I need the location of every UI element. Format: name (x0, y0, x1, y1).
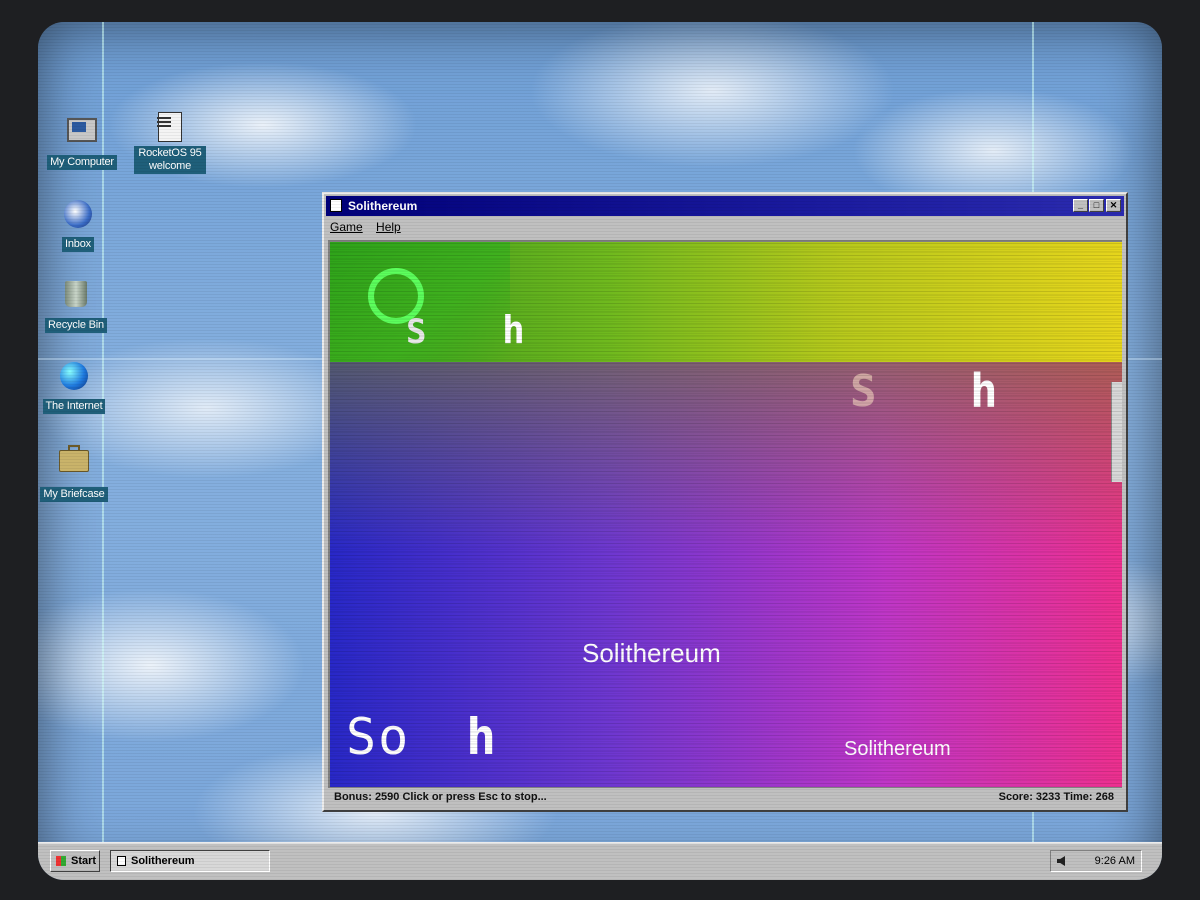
corner-title-text: Solithereum (844, 738, 951, 760)
computer-icon (66, 118, 98, 150)
desktop-icon-label: RocketOS 95 welcome (134, 146, 206, 174)
desktop-icon-label: My Briefcase (40, 487, 108, 502)
title-fragment: S (406, 312, 429, 352)
title-fragment: h (502, 308, 527, 352)
desktop-icon-my-briefcase[interactable]: My Briefcase (38, 442, 114, 502)
system-tray: 9:26 AM (1050, 850, 1142, 872)
title-fragment: S (850, 366, 879, 417)
clock: 9:26 AM (1094, 855, 1135, 867)
title-fragment: h (466, 708, 499, 766)
recycle-bin-icon (60, 281, 92, 313)
desktop-icon-the-internet[interactable]: The Internet (38, 360, 114, 414)
title-fragment: h (970, 364, 1000, 418)
inbox-icon (62, 200, 94, 232)
globe-icon (58, 362, 90, 394)
speaker-icon[interactable] (1057, 856, 1065, 866)
desktop-icon-label: Recycle Bin (45, 318, 107, 333)
taskbar-item-solithereum[interactable]: Solithereum (110, 850, 270, 872)
desktop-icon-welcome[interactable]: RocketOS 95 welcome (130, 110, 210, 174)
title-bar[interactable]: Solithereum _ □ ✕ (326, 196, 1124, 216)
desktop: My Computer RocketOS 95 welcome Inbox Re… (38, 22, 1162, 880)
desktop-icon-inbox[interactable]: Inbox (38, 198, 118, 252)
desktop-icon-my-computer[interactable]: My Computer (42, 114, 122, 170)
minimize-button[interactable]: _ (1073, 199, 1088, 212)
playfield-shade (330, 362, 1122, 552)
menu-game[interactable]: Game (330, 220, 363, 234)
taskbar: Start Solithereum 9:26 AM (38, 842, 1162, 880)
solithereum-window[interactable]: Solithereum _ □ ✕ Game Help S h S h So h… (322, 192, 1128, 812)
desktop-icon-label: The Internet (42, 399, 106, 414)
status-bar: Bonus: 2590 Click or press Esc to stop..… (328, 787, 1122, 806)
scrollbar[interactable] (1111, 382, 1122, 482)
menu-bar: Game Help (330, 220, 411, 238)
start-button[interactable]: Start (50, 850, 100, 872)
desktop-icon-recycle-bin[interactable]: Recycle Bin (38, 278, 116, 333)
menu-help[interactable]: Help (376, 220, 401, 234)
game-playfield[interactable]: S h S h So h Solithereum Solithereum (328, 240, 1122, 788)
maximize-button[interactable]: □ (1089, 199, 1104, 212)
briefcase-icon (58, 450, 90, 482)
desktop-icon-label: My Computer (47, 155, 117, 170)
close-button[interactable]: ✕ (1106, 199, 1121, 212)
status-bonus-text: Bonus: 2590 Click or press Esc to stop..… (334, 791, 547, 803)
title-fragment: So (346, 708, 411, 766)
status-score-time: Score: 3233 Time: 268 (998, 791, 1114, 803)
window-title: Solithereum (348, 199, 418, 213)
center-title-text: Solithereum (582, 638, 721, 668)
document-icon (154, 112, 186, 144)
app-icon (330, 199, 342, 212)
desktop-icon-label: Inbox (62, 237, 94, 252)
